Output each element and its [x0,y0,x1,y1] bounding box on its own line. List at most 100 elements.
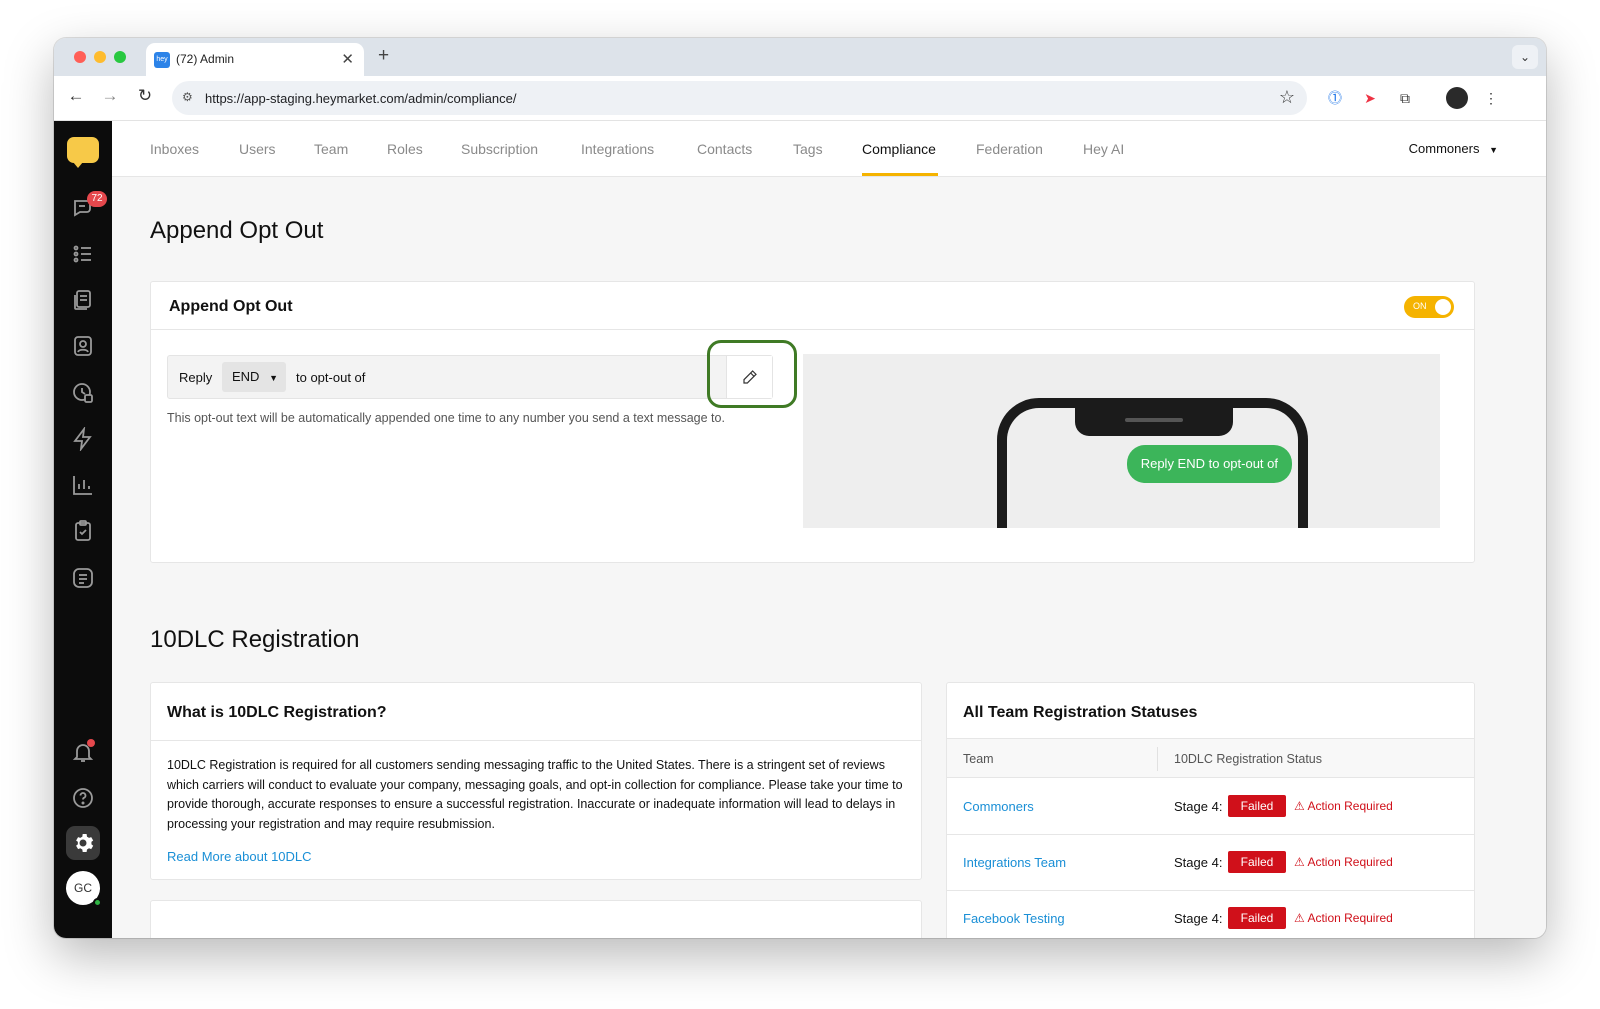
phone-notch [1075,406,1233,436]
tab-inboxes[interactable]: Inboxes [150,141,199,157]
admin-top-nav: Inboxes Users Team Roles Subscription In… [112,121,1546,177]
keyword-value: END [232,369,260,384]
browser-tab[interactable]: hey (72) Admin ✕ [146,43,364,76]
action-required-text: Action Required [1307,911,1393,925]
read-more-10dlc-link[interactable]: Read More about 10DLC [167,849,312,864]
column-team: Team [963,752,994,766]
tab-federation[interactable]: Federation [976,141,1043,157]
profile-icon[interactable] [1446,87,1468,109]
next-card-partial [150,900,922,938]
registration-heading: 10DLC Registration [150,626,360,653]
team-link[interactable]: Integrations Team [963,855,1066,870]
action-required-link[interactable]: ⚠ Action Required [1294,799,1393,813]
browser-window: hey (72) Admin ✕ + ⌄ ← → ↻ ⚙ https://app… [54,38,1546,938]
forms-icon[interactable] [71,566,95,590]
statuses-table-header: Team 10DLC Registration Status [947,738,1474,778]
table-row: Commoners Stage 4: Failed ⚠ Action Requi… [947,779,1474,835]
close-tab-icon[interactable]: ✕ [341,50,354,68]
bookmark-star-icon[interactable]: ☆ [1279,87,1295,108]
caret-down-icon: ▼ [1489,145,1498,155]
warning-triangle-icon: ⚠ [1294,911,1308,925]
table-row: Facebook Testing Stage 4: Failed ⚠ Actio… [947,891,1474,938]
reports-chart-icon[interactable] [71,473,95,497]
append-opt-out-heading: Append Opt Out [150,217,324,244]
browser-menu-icon[interactable]: ⋮ [1480,87,1502,109]
tab-hey-ai[interactable]: Hey AI [1083,141,1124,157]
phone-preview: Reply END to opt-out of [803,354,1440,528]
extension-arrow-icon[interactable]: ➤ [1359,87,1381,109]
action-required-text: Action Required [1307,799,1393,813]
contacts-icon[interactable] [71,334,95,358]
stage-label: Stage 4: [1174,911,1223,926]
tab-subscription[interactable]: Subscription [461,141,538,157]
tab-integrations[interactable]: Integrations [581,141,654,157]
action-required-text: Action Required [1307,855,1393,869]
column-divider [1157,747,1158,771]
failed-badge: Failed [1228,851,1286,873]
failed-badge: Failed [1228,907,1286,929]
maximize-window-button[interactable] [114,51,126,63]
app: 72 GC Inboxes Users Team Roles Subscript… [54,121,1546,938]
site-info-icon[interactable]: ⚙ [182,90,193,104]
table-row: Integrations Team Stage 4: Failed ⚠ Acti… [947,835,1474,891]
main-content: Inboxes Users Team Roles Subscription In… [112,121,1546,938]
what-is-10dlc-title: What is 10DLC Registration? [167,704,387,721]
tab-title: (72) Admin [176,52,235,66]
team-link[interactable]: Facebook Testing [963,911,1065,926]
tab-compliance[interactable]: Compliance [862,141,936,157]
keyword-select[interactable]: END ▼ [222,362,286,392]
phone-speaker [1125,418,1183,422]
organization-select[interactable]: Commoners ▼ [1409,141,1498,156]
automations-bolt-icon[interactable] [71,425,95,453]
tasks-clipboard-icon[interactable] [71,519,95,543]
preview-message-bubble: Reply END to opt-out of [1126,445,1292,483]
browser-toolbar: ← → ↻ ⚙ https://app-staging.heymarket.co… [54,76,1546,121]
extensions-puzzle-icon[interactable]: ⧉ [1394,87,1416,109]
failed-badge: Failed [1228,795,1286,817]
tab-contacts[interactable]: Contacts [697,141,752,157]
forward-icon[interactable]: → [98,86,122,106]
what-is-10dlc-card: What is 10DLC Registration? 10DLC Regist… [150,682,922,880]
append-opt-out-card: Append Opt Out ON Reply END ▼ to opt-out… [150,281,1475,563]
scheduled-icon[interactable] [71,381,95,405]
opt-out-text-editor: Reply END ▼ to opt-out of [167,355,773,399]
new-tab-icon[interactable]: + [378,45,389,67]
team-link[interactable]: Commoners [963,799,1034,814]
append-opt-out-card-title: Append Opt Out [169,298,293,315]
templates-icon[interactable] [71,288,95,312]
help-icon[interactable] [71,786,95,810]
tab-strip: hey (72) Admin ✕ + ⌄ [54,38,1546,76]
highlight-ring [707,340,797,408]
caret-down-icon: ▼ [269,373,278,383]
heymarket-logo[interactable] [67,137,99,168]
tab-search-icon[interactable]: ⌄ [1512,45,1538,69]
tab-team[interactable]: Team [314,141,348,157]
tab-roles[interactable]: Roles [387,141,423,157]
url-text[interactable]: https://app-staging.heymarket.com/admin/… [205,91,516,106]
action-required-link[interactable]: ⚠ Action Required [1294,911,1393,925]
password-manager-icon[interactable]: ⓵ [1324,87,1346,109]
lists-icon[interactable] [71,242,95,266]
address-bar[interactable]: ⚙ https://app-staging.heymarket.com/admi… [172,81,1307,115]
opt-out-suffix: to opt-out of [296,370,366,385]
reload-icon[interactable]: ↻ [133,86,157,106]
tab-users[interactable]: Users [239,141,276,157]
settings-gear-icon[interactable] [66,826,100,860]
action-required-link[interactable]: ⚠ Action Required [1294,855,1393,869]
append-opt-out-toggle[interactable]: ON [1404,296,1454,318]
10dlc-description: 10DLC Registration is required for all c… [167,758,903,831]
online-status-dot [93,898,102,907]
favicon-icon: hey [154,52,170,68]
unread-badge: 72 [87,191,107,207]
opt-out-helper-text: This opt-out text will be automatically … [167,411,725,425]
minimize-window-button[interactable] [94,51,106,63]
stage-label: Stage 4: [1174,855,1223,870]
organization-name: Commoners [1408,141,1480,156]
column-status: 10DLC Registration Status [1174,752,1322,766]
tab-tags[interactable]: Tags [793,141,823,157]
card-divider [151,329,1474,330]
close-window-button[interactable] [74,51,86,63]
active-tab-indicator [862,173,938,176]
back-icon[interactable]: ← [64,86,88,106]
sidebar: 72 GC [54,121,112,938]
